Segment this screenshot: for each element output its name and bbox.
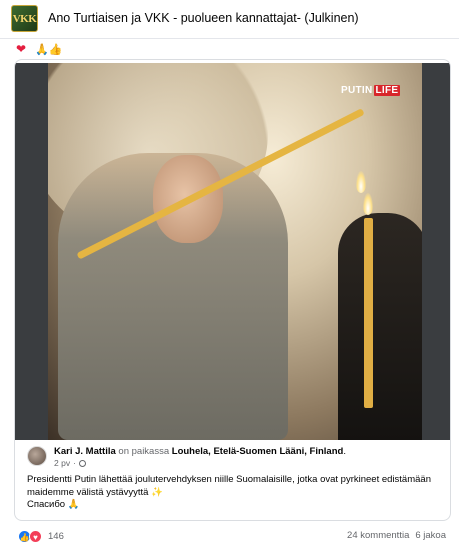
meta-separator: · [73, 458, 76, 468]
group-header: VKK Ano Turtiaisen ja VKK - puolueen kan… [0, 0, 459, 39]
photo-priest [338, 213, 422, 440]
post-body: Presidentti Putin lähettää joulutervehdy… [27, 474, 442, 512]
footer-reactions[interactable]: 👍 ♥ 146 [18, 530, 64, 543]
shared-post-card: PUTIN LIFE Kari J. Mattila on paikassa L… [14, 59, 451, 521]
watermark-main: PUTIN [341, 84, 373, 96]
love-icon: ♥ [29, 530, 42, 543]
post-body-line-2: Спасибо 🙏 [27, 499, 80, 510]
author-name[interactable]: Kari J. Mattila [54, 446, 116, 457]
post-photo-frame: PUTIN LIFE [15, 63, 450, 440]
post-age[interactable]: 2 pv [54, 458, 70, 469]
post-author-row: Kari J. Mattila on paikassa Louhela, Ete… [27, 446, 346, 470]
top-reactions: ❤ 🙏👍 [16, 41, 62, 57]
location-link[interactable]: Louhela, Etelä-Suomen Lääni, Finland [172, 446, 344, 457]
location-prefix: on paikassa [118, 446, 170, 457]
candle-flame-1 [356, 171, 366, 193]
photo-candle-tall [364, 218, 373, 408]
post-meta: 2 pv · [54, 458, 346, 469]
photo-watermark: PUTIN LIFE [341, 83, 401, 97]
watermark-accent: LIFE [373, 84, 401, 96]
candle-flame-2 [363, 193, 373, 215]
group-logo[interactable]: VKK [11, 5, 38, 32]
shares-count[interactable]: 6 jakoa [415, 530, 446, 541]
heart-reaction-icon[interactable]: ❤ [16, 42, 26, 56]
author-text: Kari J. Mattila on paikassa Louhela, Ete… [54, 446, 346, 469]
post-body-line-1: Presidentti Putin lähettää joulutervehdy… [27, 474, 431, 498]
globe-icon [78, 460, 86, 467]
group-title[interactable]: Ano Turtiaisen ja VKK - puolueen kannatt… [48, 11, 359, 25]
avatar[interactable] [27, 446, 47, 466]
location-suffix: . [343, 446, 346, 457]
reaction-count[interactable]: 146 [48, 531, 64, 542]
post-photo[interactable]: PUTIN LIFE [48, 63, 422, 440]
comments-count[interactable]: 24 kommenttia [347, 530, 409, 541]
post-footer: 👍 ♥ 146 24 kommenttia 6 jakoa [0, 521, 459, 551]
pray-thumbs-reaction-icon[interactable]: 🙏👍 [35, 43, 62, 56]
footer-stats: 24 kommenttia 6 jakoa [347, 530, 446, 541]
